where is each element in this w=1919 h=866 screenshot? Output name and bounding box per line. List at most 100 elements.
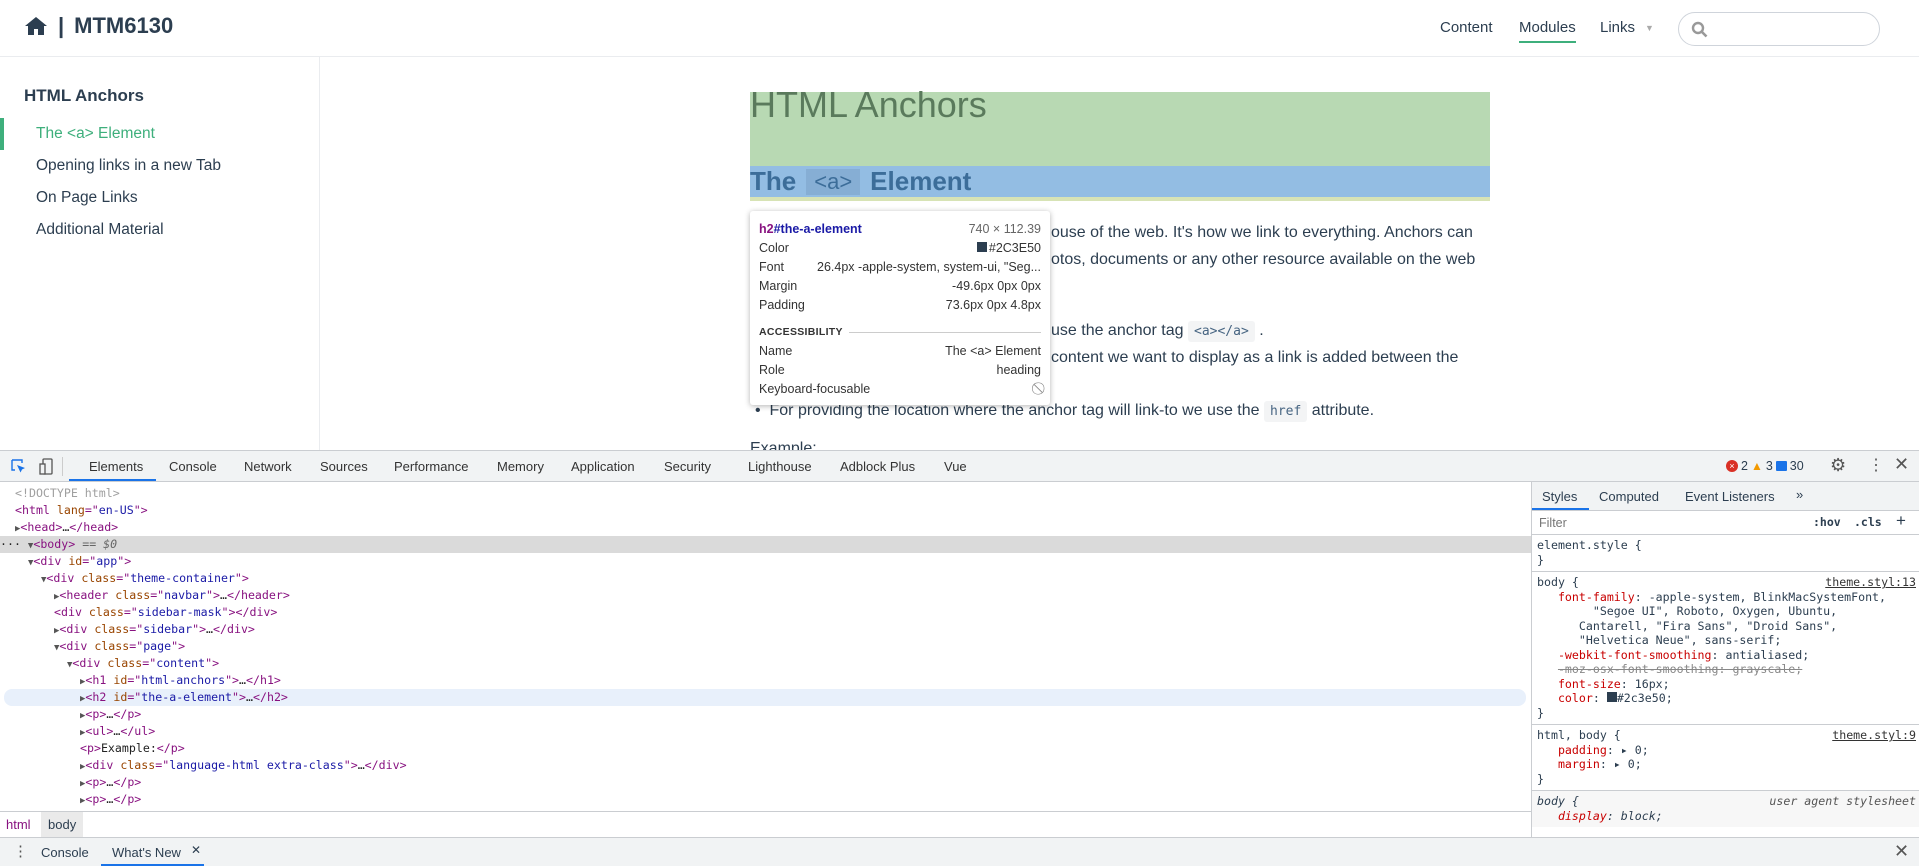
inspect-element-icon[interactable]: [11, 459, 26, 474]
dom-node[interactable]: ▶<p>…</p>: [0, 791, 1531, 808]
dom-node[interactable]: ▶<head>…</head>: [0, 519, 1531, 536]
close-devtools-icon[interactable]: ✕: [1894, 454, 1909, 475]
punct: =": [127, 690, 142, 704]
sidebar-item-on-page-links[interactable]: On Page Links: [36, 189, 138, 207]
tt-id: #the-a-element: [773, 221, 862, 236]
brand-link[interactable]: | MTM6130: [24, 13, 173, 39]
punct: >: [239, 690, 247, 704]
sidebar-item-additional[interactable]: Additional Material: [36, 221, 164, 239]
punct: ": [234, 571, 242, 585]
drawer-tab-console[interactable]: Console: [41, 845, 89, 860]
punct: >: [350, 758, 358, 772]
prop-value: #2c3e50;: [1616, 691, 1673, 705]
punct: ": [225, 673, 233, 687]
attr-name: class: [108, 588, 151, 602]
prop-value: antialiased;: [1718, 647, 1810, 662]
tab-event-listeners[interactable]: Event Listeners: [1685, 489, 1775, 504]
selector: body {: [1537, 794, 1579, 808]
tab-styles[interactable]: Styles: [1542, 489, 1577, 504]
tab-application[interactable]: Application: [571, 459, 635, 474]
close-drawer-icon[interactable]: ✕: [1894, 841, 1909, 862]
dom-node[interactable]: ▼<div class="page">: [0, 638, 1531, 655]
tab-elements[interactable]: Elements: [89, 459, 143, 474]
heading-post: Element: [870, 166, 972, 196]
prop-value: -apple-system, BlinkMacSystemFont,: [1641, 589, 1887, 604]
dom-node[interactable]: ▶<div class="language-html extra-class">…: [0, 757, 1531, 774]
error-count: 2: [1741, 459, 1748, 473]
nav-content[interactable]: Content: [1440, 19, 1493, 36]
dom-node[interactable]: ▼<div id="app">: [0, 553, 1531, 570]
punct: >: [212, 656, 220, 670]
tt-label: Role: [759, 362, 785, 377]
overridden-prop: -moz-osx-font-smoothing: grayscale;: [1557, 662, 1803, 676]
hov-button[interactable]: :hov: [1813, 515, 1841, 529]
attr-value: content: [156, 656, 206, 670]
issues-counter[interactable]: × 2 ▲ 3 30: [1726, 459, 1804, 473]
breadcrumb-body[interactable]: body: [41, 812, 84, 837]
breadcrumb-html[interactable]: html: [6, 817, 31, 832]
attr-name: id: [106, 673, 128, 687]
device-toolbar-icon[interactable]: [39, 458, 53, 475]
punct: >: [241, 571, 249, 585]
tab-adblock-plus[interactable]: Adblock Plus: [840, 459, 915, 474]
punct: >: [213, 588, 221, 602]
tab-security[interactable]: Security: [664, 459, 711, 474]
dom-node[interactable]: <p>Example:</p>: [0, 740, 1531, 757]
punct: >: [93, 741, 101, 755]
selector: element.style {: [1537, 538, 1642, 552]
nav-modules[interactable]: Modules: [1519, 19, 1576, 43]
sidebar: [0, 57, 320, 450]
paragraph-line: otos, documents or any other resource av…: [1051, 251, 1476, 268]
dom-node[interactable]: ▶<h1 id="html-anchors">…</h1>: [0, 672, 1531, 689]
tag-name: <p: [85, 707, 100, 721]
nav-links[interactable]: Links: [1600, 19, 1635, 36]
tab-memory[interactable]: Memory: [497, 459, 544, 474]
dom-node[interactable]: ▼<div class="content">: [0, 655, 1531, 672]
dom-node[interactable]: ▶<ul>…</ul>: [0, 723, 1531, 740]
dom-node[interactable]: ▶<p>…</p>: [0, 706, 1531, 723]
drawer-tabbar: ⋮ Console What's New ✕ ✕: [0, 837, 1919, 866]
tab-performance[interactable]: Performance: [394, 459, 468, 474]
dom-node[interactable]: ▶<header class="navbar">…</header>: [0, 587, 1531, 604]
drawer-tab-whats-new[interactable]: What's New: [112, 845, 181, 860]
drawer-menu-icon[interactable]: ⋮: [13, 842, 28, 860]
dom-node[interactable]: ▶<p>…</p>: [0, 774, 1531, 791]
list-text: attribute.: [1311, 402, 1375, 419]
styles-pane: Styles Computed Event Listeners » :hov .…: [1531, 482, 1919, 837]
dom-node[interactable]: <div class="sidebar-mask"></div>: [0, 604, 1531, 621]
source-link[interactable]: theme.styl:9: [1832, 728, 1916, 743]
punct: =": [155, 758, 170, 772]
tab-lighthouse[interactable]: Lighthouse: [748, 459, 812, 474]
more-tabs-icon[interactable]: »: [1796, 487, 1803, 502]
tab-console[interactable]: Console: [169, 459, 217, 474]
tab-vue[interactable]: Vue: [944, 459, 967, 474]
attr-name: class: [87, 639, 130, 653]
settings-gear-icon[interactable]: ⚙: [1830, 455, 1846, 476]
close-tag: </p>: [156, 741, 185, 755]
tab-computed[interactable]: Computed: [1599, 489, 1659, 504]
dom-node[interactable]: ▶<div class="sidebar">…</div>: [0, 621, 1531, 638]
attr-value: language-html extra-class: [169, 758, 344, 772]
sidebar-item-a-element[interactable]: The <a> Element: [36, 125, 155, 143]
new-rule-icon[interactable]: +: [1896, 511, 1906, 531]
dom-node[interactable]: ▼<div class="theme-container">: [0, 570, 1531, 587]
tab-sources[interactable]: Sources: [320, 459, 368, 474]
dom-node[interactable]: ▶<h2 id="the-a-element">…</h2>: [4, 689, 1526, 706]
search-input[interactable]: [1678, 12, 1880, 46]
source-link[interactable]: theme.styl:13: [1825, 575, 1916, 590]
close-tab-icon[interactable]: ✕: [191, 843, 201, 857]
attr-name: class: [87, 622, 130, 636]
styles-filter-input[interactable]: [1535, 513, 1800, 533]
cls-button[interactable]: .cls: [1854, 515, 1882, 529]
prop-name: margin: [1557, 757, 1600, 771]
more-options-icon[interactable]: ⋮: [1868, 455, 1884, 475]
punct: >: [178, 639, 186, 653]
heading-pre: The: [750, 166, 797, 196]
dom-node[interactable]: ··· ▼<body> == $0: [0, 536, 1531, 553]
color-swatch[interactable]: [1606, 692, 1617, 702]
sidebar-item-new-tab[interactable]: Opening links in a new Tab: [36, 157, 221, 175]
dom-node[interactable]: <html lang="en-US">: [0, 502, 1531, 519]
tab-network[interactable]: Network: [244, 459, 292, 474]
dom-node[interactable]: <!DOCTYPE html>: [0, 485, 1531, 502]
text-node: Example:: [100, 741, 157, 755]
